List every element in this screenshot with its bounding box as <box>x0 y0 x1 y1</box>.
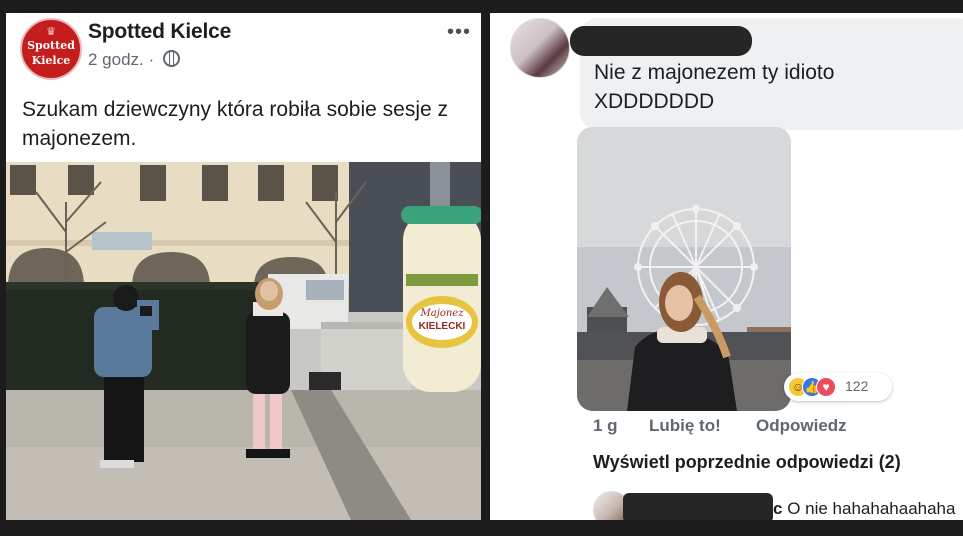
view-previous-replies-link[interactable]: Wyświetl poprzednie odpowiedzi (2) <box>593 452 901 473</box>
logo-text-line-1: Spotted <box>27 39 75 52</box>
post-time[interactable]: 2 godz. <box>88 50 144 69</box>
crown-icon: ♛ <box>46 25 56 38</box>
meta-separator: · <box>148 50 155 69</box>
jar-label-line-2: KIELECKI <box>419 321 466 332</box>
love-icon: ♥ <box>816 377 836 397</box>
post-text: Szukam dziewczyny która robiła sobie ses… <box>22 98 449 150</box>
redacted-name <box>570 26 752 56</box>
comment-section: Nie z majonezem ty idioto XDDDDDDD ☺ 👍 ♥… <box>490 13 963 520</box>
logo-text-line-2: Kielce <box>31 54 71 67</box>
comment-text-line-2: XDDDDDDD <box>594 90 715 113</box>
reply-body: O nie hahahahaahaha <box>787 499 956 518</box>
comment-age[interactable]: 1 g <box>593 416 618 436</box>
facebook-post: ♛ Spotted Kielce Spotted Kielce 2 godz. … <box>6 13 481 520</box>
page-name[interactable]: Spotted Kielce <box>88 20 231 44</box>
reply-button[interactable]: Odpowiedz <box>756 416 847 436</box>
comment-text: Nie z majonezem ty idioto XDDDDDDD <box>594 58 954 116</box>
page-logo[interactable]: ♛ Spotted Kielce <box>20 18 82 80</box>
like-button[interactable]: Lubię to! <box>649 416 721 436</box>
reply-text: c O nie hahahahaahaha <box>773 499 955 519</box>
commenter-avatar[interactable] <box>510 18 570 78</box>
reaction-summary[interactable]: ☺ 👍 ♥ 122 <box>784 373 892 401</box>
post-photo[interactable]: Majonez KIELECKI <box>6 162 481 520</box>
comment-text-line-1: Nie z majonezem ty idioto <box>594 61 835 84</box>
post-meta: 2 godz. · <box>88 50 180 70</box>
more-options-icon[interactable]: ••• <box>447 21 471 44</box>
reaction-count: 122 <box>845 378 869 394</box>
jar-label-line-1: Majonez <box>420 308 465 319</box>
comment-photo[interactable] <box>577 127 791 411</box>
street-scene-illustration: Majonez KIELECKI <box>6 162 481 520</box>
ferris-wheel-photo-illustration <box>577 127 791 411</box>
reply-name-suffix: c <box>773 499 783 518</box>
globe-icon <box>162 50 180 67</box>
redacted-reply-name <box>623 493 773 520</box>
